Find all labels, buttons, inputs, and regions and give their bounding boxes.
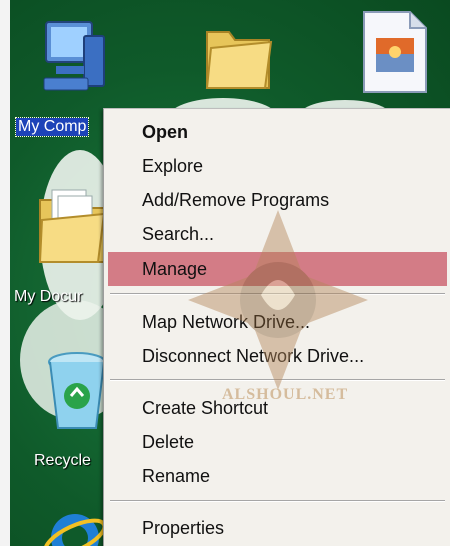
menu-item-explore[interactable]: Explore [108,149,447,183]
image-file-icon[interactable] [358,8,430,96]
menu-item-open[interactable]: Open [108,115,447,149]
menu-item-rename[interactable]: Rename [108,459,447,493]
menu-item-disconnect-network-drive[interactable]: Disconnect Network Drive... [108,339,447,373]
menu-separator [110,500,445,502]
menu-item-search[interactable]: Search... [108,217,447,251]
menu-separator [110,293,445,295]
window-frame-edge [0,0,10,546]
menu-item-manage[interactable]: Manage [108,252,447,286]
context-menu: Open Explore Add/Remove Programs Search.… [103,108,450,546]
menu-item-add-remove-programs[interactable]: Add/Remove Programs [108,183,447,217]
recycle-bin-icon[interactable] [44,348,110,434]
menu-separator [110,379,445,381]
menu-item-properties[interactable]: Properties [108,511,447,545]
my-computer-icon[interactable] [36,16,106,96]
my-documents-icon[interactable] [34,180,108,270]
my-documents-label[interactable]: My Docur [14,288,82,306]
menu-item-delete[interactable]: Delete [108,425,447,459]
desktop: My Comp My Docur Recycle Open Explore Ad… [0,0,450,546]
menu-item-map-network-drive[interactable]: Map Network Drive... [108,305,447,339]
my-computer-label[interactable]: My Comp [14,117,90,137]
recycle-bin-label[interactable]: Recycle [34,452,91,470]
folder-icon[interactable] [203,18,275,92]
watermark-text: ALSHOUL.NET [222,386,349,403]
internet-explorer-icon[interactable] [42,506,108,546]
